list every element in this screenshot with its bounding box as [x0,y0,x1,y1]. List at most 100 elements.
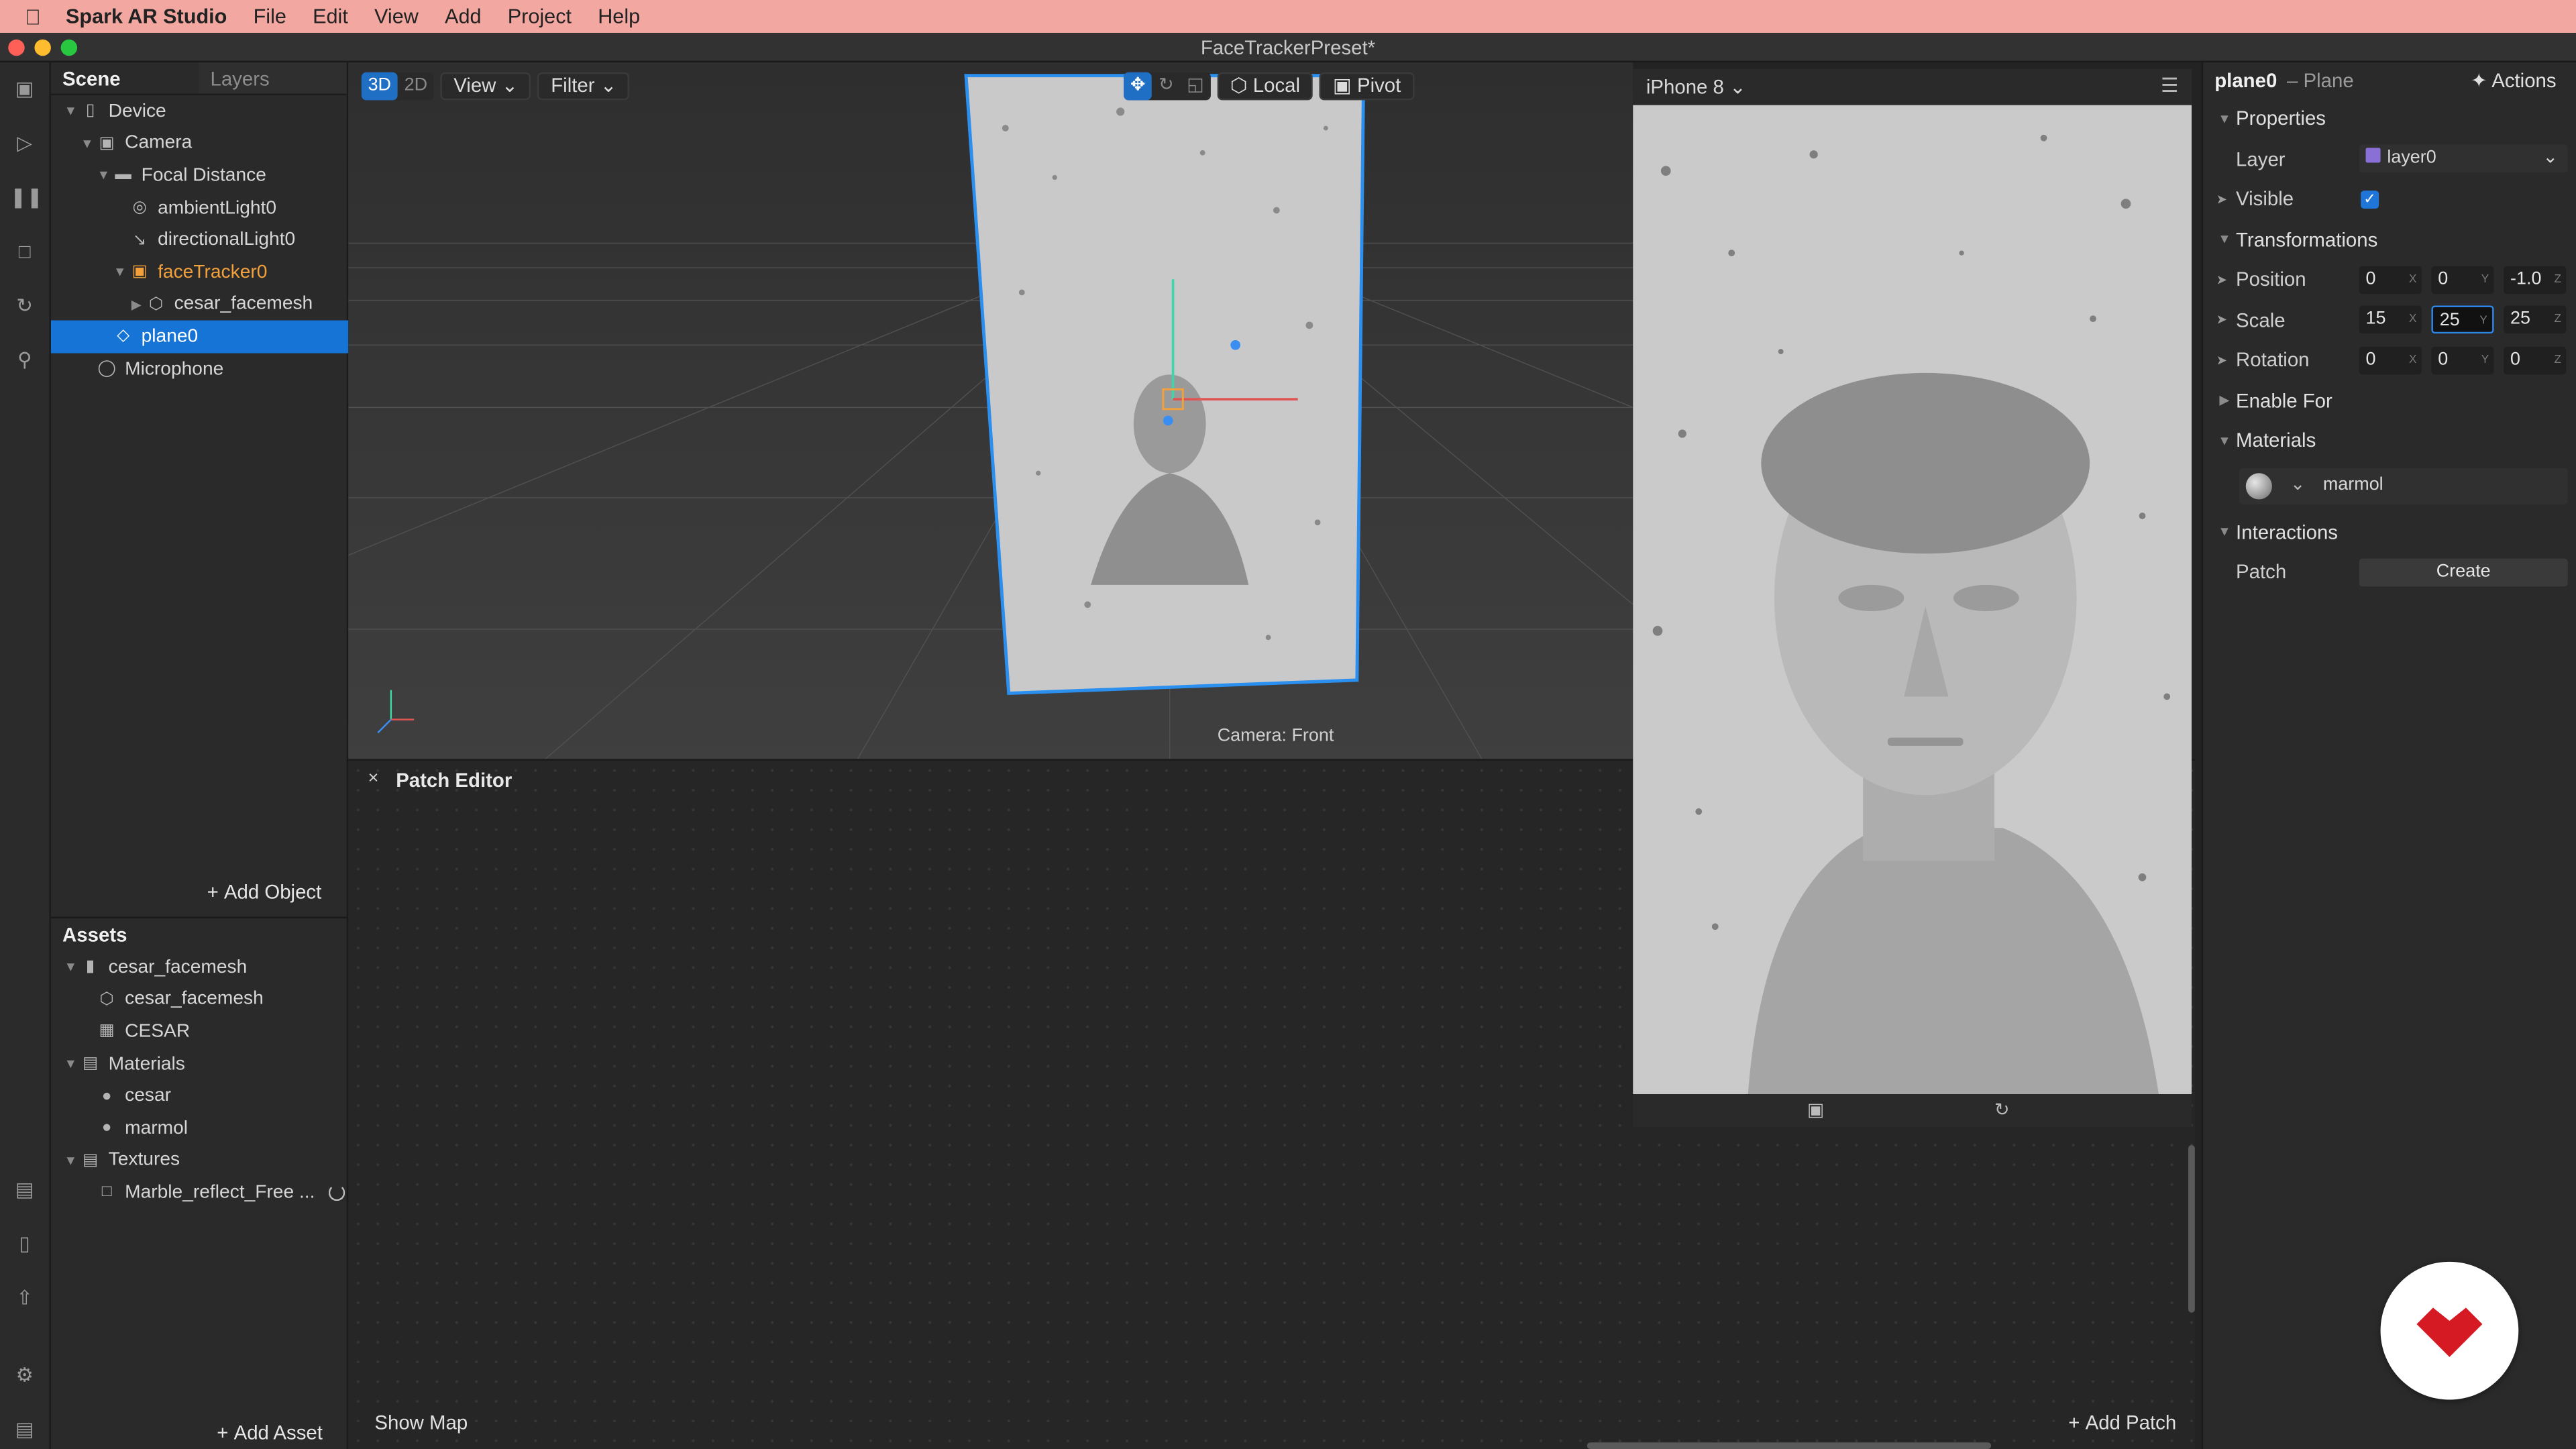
pause-icon[interactable]: ❚❚ [10,182,43,212]
menu-edit[interactable]: Edit [313,5,348,28]
tree-item-focal-distance[interactable]: ▼ ▬ Focal Distance [51,160,348,192]
tree-item-directional-light[interactable]: ↘ directionalLight0 [51,224,348,256]
device-icon[interactable]: ▯ [10,1229,40,1258]
visible-checkbox[interactable]: ✓ [2361,190,2379,209]
section-transformations[interactable]: ▼ Transformations [2203,219,2576,260]
menu-help[interactable]: Help [598,5,640,28]
menu-icon[interactable]: ☰ [2161,74,2178,97]
device-selector[interactable]: iPhone 8 ⌄ [1646,76,1746,99]
camera-icon: ▣ [99,134,115,153]
add-object-button[interactable]: + Add Object [207,881,322,904]
asset-item-marble-texture[interactable]: □ Marble_reflect_Free ... [51,1177,348,1209]
position-y-field[interactable]: 0Y [2431,266,2494,294]
stop-icon[interactable]: □ [10,237,40,266]
close-icon[interactable]: × [368,769,379,788]
actions-button[interactable]: ✦ Actions [2471,69,2557,92]
link-icon[interactable]: ➤ [2216,313,2227,327]
add-asset-button[interactable]: + Add Asset [217,1421,323,1444]
section-properties[interactable]: ▼ Properties [2203,99,2576,139]
asset-item-cesar-material[interactable]: ● cesar [51,1080,348,1112]
position-z-field[interactable]: -1.0 Z [2504,266,2567,294]
menu-project[interactable]: Project [508,5,572,28]
position-x-field[interactable]: 0X [2359,266,2422,294]
tab-scene[interactable]: Scene [50,62,199,94]
close-window-button[interactable] [8,39,25,56]
local-toggle-button[interactable]: ⬡ Local [1217,72,1313,101]
chevron-down-icon[interactable]: ▼ [62,960,78,975]
rotate-tool-icon[interactable]: ↻ [1152,72,1180,101]
patch-editor-hscrollbar[interactable] [1587,1442,1992,1449]
minimize-window-button[interactable] [34,39,51,56]
zoom-window-button[interactable] [60,39,78,56]
pivot-toggle-button[interactable]: ▣ Pivot [1320,72,1414,101]
layer-dropdown[interactable]: layer0 ⌄ [2359,145,2568,173]
chevron-down-icon[interactable]: ▼ [62,1057,78,1071]
capture-icon[interactable]: ▣ [1807,1099,1824,1120]
link-icon[interactable]: ➤ [2216,353,2227,368]
scale-z-field[interactable]: 25 Z [2504,306,2567,334]
app-name-menu[interactable]: Spark AR Studio [66,5,227,28]
material-slot[interactable]: ⌄ marmol [2239,468,2568,504]
chevron-down-icon[interactable]: ⌄ [2290,473,2306,494]
folder-icon[interactable]: ▤ [10,1175,40,1204]
viewport-3d[interactable]: 3D 2D View ⌄ Filter ⌄ ✥ ↻ ◱ ⬡ Local ▣ Pi… [348,62,1633,759]
chevron-down-icon[interactable]: ▼ [62,1153,78,1168]
tree-item-microphone[interactable]: ◯ Microphone [51,353,348,385]
rotation-x-field[interactable]: 0X [2359,346,2422,374]
link-icon[interactable]: ➤ [2216,192,2227,207]
search-icon[interactable]: ⚲ [10,345,40,374]
plus-icon: + [207,880,224,904]
link-icon[interactable]: ➤ [2216,272,2227,287]
apple-icon[interactable]:  [0,4,66,29]
chevron-down-icon[interactable]: ▼ [62,104,78,119]
console-icon[interactable]: ▤ [10,1415,40,1444]
chevron-down-icon[interactable]: ▼ [79,136,95,151]
mode-3d-button[interactable]: 3D [361,72,398,101]
view-dropdown[interactable]: View ⌄ [440,72,531,101]
show-map-button[interactable]: Show Map [374,1411,468,1434]
asset-item-cesar-facemesh-group[interactable]: ▼ ▮ cesar_facemesh [51,951,348,983]
tree-item-cesar-facemesh[interactable]: ▶ ⬡ cesar_facemesh [51,288,348,321]
section-enable-for[interactable]: ▶ Enable For [2203,380,2576,421]
scale-x-field[interactable]: 15 X [2359,306,2422,334]
rotation-y-field[interactable]: 0Y [2431,346,2494,374]
axis-indicator [377,690,415,734]
mode-2d-button[interactable]: 2D [398,72,434,101]
restart-icon[interactable]: ↻ [1994,1099,2010,1120]
menu-view[interactable]: View [374,5,419,28]
tree-item-plane0[interactable]: ◇ plane0 [50,320,349,353]
scale-y-field[interactable]: 25 Y [2431,306,2494,334]
tree-item-device[interactable]: ▼ ▯ Device [51,95,348,127]
chevron-down-icon[interactable]: ▼ [95,168,111,183]
tree-item-camera[interactable]: ▼ ▣ Camera [51,127,348,160]
tree-item-face-tracker[interactable]: ▼ ▣ faceTracker0 [51,256,348,288]
tab-layers[interactable]: Layers [199,62,346,94]
video-icon[interactable]: ▷ [10,128,40,158]
menu-file[interactable]: File [254,5,286,28]
tree-item-ambient-light[interactable]: ◎ ambientLight0 [51,192,348,224]
menu-add[interactable]: Add [445,5,481,28]
section-materials[interactable]: ▼ Materials [2203,421,2576,461]
add-patch-button[interactable]: + Add Patch [2068,1411,2176,1434]
move-tool-icon[interactable]: ✥ [1124,72,1152,101]
patch-editor-title: Patch Editor [396,769,513,792]
filter-dropdown[interactable]: Filter ⌄ [537,72,630,101]
chevron-right-icon[interactable]: ▶ [128,297,144,312]
patch-editor-vscrollbar[interactable] [2188,1144,2195,1313]
asset-item-marmol-material[interactable]: ● marmol [51,1112,348,1144]
refresh-icon[interactable]: ↻ [10,290,40,320]
section-interactions[interactable]: ▼ Interactions [2203,512,2576,552]
asset-item-cesar-texture[interactable]: ▦ CESAR [51,1016,348,1048]
bug-icon[interactable]: ⚙ [10,1360,40,1390]
create-patch-button[interactable]: Create [2359,558,2568,586]
layout-icon[interactable]: ▣ [10,74,40,103]
asset-item-textures[interactable]: ▼ ▤ Textures [51,1144,348,1177]
rotation-z-field[interactable]: 0Z [2504,346,2567,374]
asset-item-materials[interactable]: ▼ ▤ Materials [51,1048,348,1080]
simulator-preview-image[interactable] [1633,105,2192,1095]
chevron-down-icon[interactable]: ▼ [112,265,128,280]
asset-item-cesar-facemesh[interactable]: ⬡ cesar_facemesh [51,983,348,1016]
plane-object[interactable] [964,74,1366,696]
scale-tool-icon[interactable]: ◱ [1180,72,1210,101]
upload-icon[interactable]: ⇧ [10,1283,40,1313]
